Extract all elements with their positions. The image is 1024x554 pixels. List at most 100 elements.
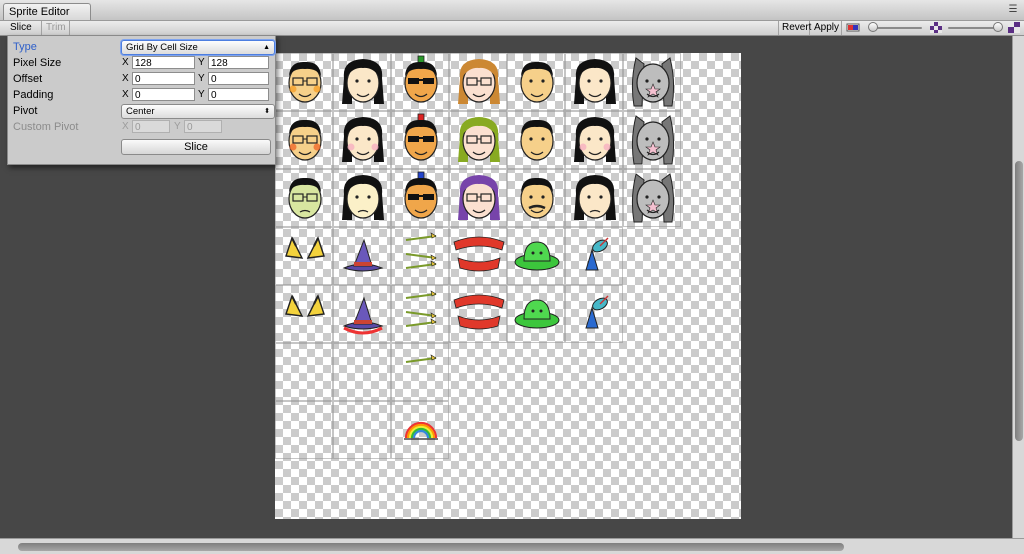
sprite-cell-face-man-wink[interactable]: [507, 111, 565, 169]
red-scarf-sprite-icon: [453, 236, 505, 272]
slice-dropdown[interactable]: Slice ⬍: [6, 21, 42, 47]
apply-button[interactable]: Apply: [810, 21, 842, 35]
window-tab[interactable]: Sprite Editor: [3, 3, 91, 20]
sprite-cell-face-bunny-3[interactable]: [623, 169, 681, 227]
dish-antenna-sprite-icon: [585, 237, 609, 271]
offset-label: Offset: [13, 73, 43, 85]
face-longhair-woman-sleepy-sprite-icon: [574, 175, 616, 220]
face-redhair-girl-2-sprite-icon: [458, 117, 500, 162]
face-bunny-sprite-icon: [631, 57, 675, 107]
face-longhair-girl-sprite-icon: [342, 59, 384, 104]
custom-pivot-y-label: Y: [174, 121, 181, 132]
sprite-cell-witch-hat-2[interactable]: [333, 285, 391, 343]
sprite-cell-dish-antenna[interactable]: [565, 227, 623, 285]
pixel-size-x-label: X: [122, 57, 129, 68]
dropdown-arrow-icon: ▲: [263, 44, 270, 51]
slice-settings-panel: Type Grid By Cell Size ▲ Pixel Size X 12…: [7, 35, 276, 165]
sprite-cell-red-scarf-2[interactable]: [449, 285, 507, 343]
pixel-size-y-label: Y: [198, 57, 205, 68]
window-menu-icon[interactable]: ☰: [1006, 4, 1020, 16]
sprite-cell-cat-ears-2[interactable]: [275, 285, 333, 343]
sprite-cell-face-longhair-girl-sad[interactable]: [333, 169, 391, 227]
sprite-sheet[interactable]: [275, 53, 741, 519]
padding-label: Padding: [13, 89, 54, 101]
title-bar: Sprite Editor ☰: [0, 0, 1024, 21]
sprite-cell-face-glasses-blush[interactable]: [275, 111, 333, 169]
editor-toolbar: Slice ⬍ Trim Revert Apply: [0, 21, 1024, 47]
horizontal-scroll-thumb[interactable]: [18, 543, 844, 551]
sprite-cell-empty[interactable]: [275, 343, 333, 401]
face-bunny-3-sprite-icon: [631, 173, 675, 223]
vertical-scrollbar[interactable]: [1012, 36, 1024, 538]
mip-level-icon[interactable]: [1008, 22, 1020, 33]
sprite-cell-empty[interactable]: [333, 343, 391, 401]
sprite-cell-face-redhair-girl[interactable]: [449, 53, 507, 111]
sprite-cell-arrows-2[interactable]: [391, 285, 449, 343]
horizontal-scrollbar[interactable]: [0, 538, 1024, 554]
face-longhair-woman-sprite-icon: [574, 59, 616, 104]
sprite-cell-face-longhair-woman-sleepy[interactable]: [565, 169, 623, 227]
face-redhair-girl-sprite-icon: [458, 59, 500, 104]
sprite-cell-green-hat[interactable]: [507, 227, 565, 285]
sprite-cell-face-man-mustache[interactable]: [507, 169, 565, 227]
sprite-cell-face-longhair-girl[interactable]: [333, 53, 391, 111]
face-man-smile-sprite-icon: [520, 61, 554, 103]
sprite-cell-rainbow[interactable]: [391, 401, 449, 459]
mip-slider-thumb[interactable]: [993, 22, 1003, 32]
padding-row: Padding X 0 Y 0: [8, 88, 275, 103]
face-longhair-girl-blush-sprite-icon: [342, 117, 384, 162]
pixel-size-y-field[interactable]: 128: [208, 56, 269, 69]
offset-x-field[interactable]: 0: [132, 72, 195, 85]
face-glasses-sprite-icon: [288, 61, 322, 103]
sprite-cell-face-man-smile[interactable]: [507, 53, 565, 111]
sprite-cell-witch-hat[interactable]: [333, 227, 391, 285]
sprite-cell-face-longhair-woman-blush[interactable]: [565, 111, 623, 169]
sprite-cell-face-girl-purple[interactable]: [449, 169, 507, 227]
face-glasses-blush-sprite-icon: [288, 119, 322, 161]
pivot-value: Center: [126, 106, 155, 117]
sprite-cell-face-bunny-2[interactable]: [623, 111, 681, 169]
face-girl-purple-sprite-icon: [458, 175, 500, 220]
type-value: Grid By Cell Size: [126, 42, 198, 53]
face-longhair-woman-blush-sprite-icon: [574, 117, 616, 162]
type-dropdown[interactable]: Grid By Cell Size ▲: [121, 40, 275, 55]
padding-y-field[interactable]: 0: [208, 88, 269, 101]
sprite-cell-rainbow-arrows[interactable]: [391, 343, 449, 401]
padding-x-field[interactable]: 0: [132, 88, 195, 101]
sprite-cell-empty[interactable]: [333, 401, 391, 459]
face-mohawk-red-sprite-icon: [404, 113, 438, 161]
sprite-cell-arrows[interactable]: [391, 227, 449, 285]
custom-pivot-row: Custom Pivot X 0 Y 0: [8, 120, 275, 135]
arrows-sprite-icon: [405, 232, 437, 269]
sprite-cell-face-mohawk-red[interactable]: [391, 111, 449, 169]
sprite-cell-face-mohawk-blue[interactable]: [391, 169, 449, 227]
pixel-size-x-field[interactable]: 128: [132, 56, 195, 69]
sprite-cell-green-hat-2[interactable]: [507, 285, 565, 343]
sprite-cell-empty[interactable]: [275, 401, 333, 459]
slice-button[interactable]: Slice: [121, 139, 271, 155]
witch-hat-2-sprite-icon: [342, 296, 384, 335]
pivot-dropdown[interactable]: Center ⬍: [121, 104, 275, 119]
sprite-cell-face-glasses-sick[interactable]: [275, 169, 333, 227]
trim-button[interactable]: Trim: [42, 21, 70, 35]
alpha-icon[interactable]: [930, 22, 942, 33]
dropdown-arrow-icon: ⬍: [264, 108, 270, 115]
offset-y-label: Y: [198, 73, 205, 84]
vertical-scroll-thumb[interactable]: [1015, 161, 1023, 441]
zoom-slider-thumb[interactable]: [868, 22, 878, 32]
offset-x-label: X: [122, 73, 129, 84]
sprite-cell-face-longhair-woman[interactable]: [565, 53, 623, 111]
sprite-cell-face-redhair-girl-2[interactable]: [449, 111, 507, 169]
zoom-slider-track[interactable]: [872, 27, 922, 29]
sprite-cell-face-longhair-girl-blush[interactable]: [333, 111, 391, 169]
sprite-cell-face-glasses[interactable]: [275, 53, 333, 111]
revert-button[interactable]: Revert: [778, 21, 811, 35]
sprite-cell-dish-antenna-2[interactable]: [565, 285, 623, 343]
sprite-cell-red-scarf[interactable]: [449, 227, 507, 285]
pixel-size-label: Pixel Size: [13, 57, 62, 69]
sprite-cell-cat-ears[interactable]: [275, 227, 333, 285]
sprite-cell-face-bunny[interactable]: [623, 53, 681, 111]
offset-y-field[interactable]: 0: [208, 72, 269, 85]
sprite-cell-face-mohawk-green[interactable]: [391, 53, 449, 111]
color-channel-icon[interactable]: [846, 22, 860, 33]
